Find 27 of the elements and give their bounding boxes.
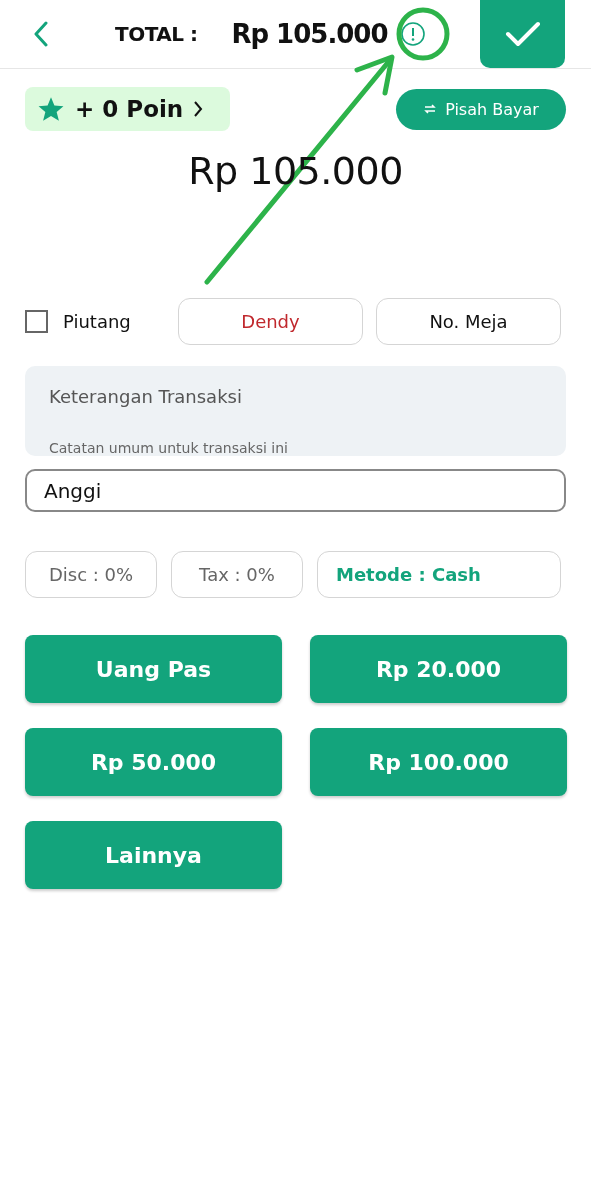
customer-button[interactable]: Dendy [178, 298, 363, 345]
debt-label: Piutang [63, 311, 131, 332]
rate-button[interactable]: Tax : 0% [171, 551, 303, 598]
split-payment-button[interactable]: Pisah Bayar [396, 88, 566, 130]
highlight-circle [396, 7, 450, 61]
star-icon [37, 96, 65, 122]
cash-amount-button[interactable]: Rp 100.000 [310, 728, 567, 796]
confirm-button[interactable] [480, 0, 565, 68]
info-icon[interactable] [399, 21, 426, 47]
name-field[interactable]: Anggi [25, 469, 566, 512]
swap-icon [423, 103, 438, 115]
check-icon [504, 20, 541, 48]
rate-button[interactable]: Disc : 0% [25, 551, 157, 598]
payment-method-button[interactable]: Metode : Cash [317, 551, 561, 598]
back-icon[interactable] [33, 21, 49, 47]
table-number-button[interactable]: No. Meja [376, 298, 561, 345]
cash-amount-button[interactable]: Uang Pas [25, 635, 282, 703]
note-field[interactable]: Keterangan Transaksi [49, 386, 542, 407]
cash-amount-button[interactable]: Rp 20.000 [310, 635, 567, 703]
cash-amount-button[interactable]: Lainnya [25, 821, 282, 889]
chevron-right-icon [193, 100, 204, 118]
total-amount: Rp 105.000 [231, 19, 388, 49]
points-chip[interactable]: + 0 Poin [25, 87, 230, 131]
debt-checkbox[interactable] [25, 310, 48, 333]
note-hint: Catatan umum untuk transaksi ini [49, 440, 288, 456]
cash-amount-button[interactable]: Rp 50.000 [25, 728, 282, 796]
total-label: TOTAL : [115, 22, 198, 46]
